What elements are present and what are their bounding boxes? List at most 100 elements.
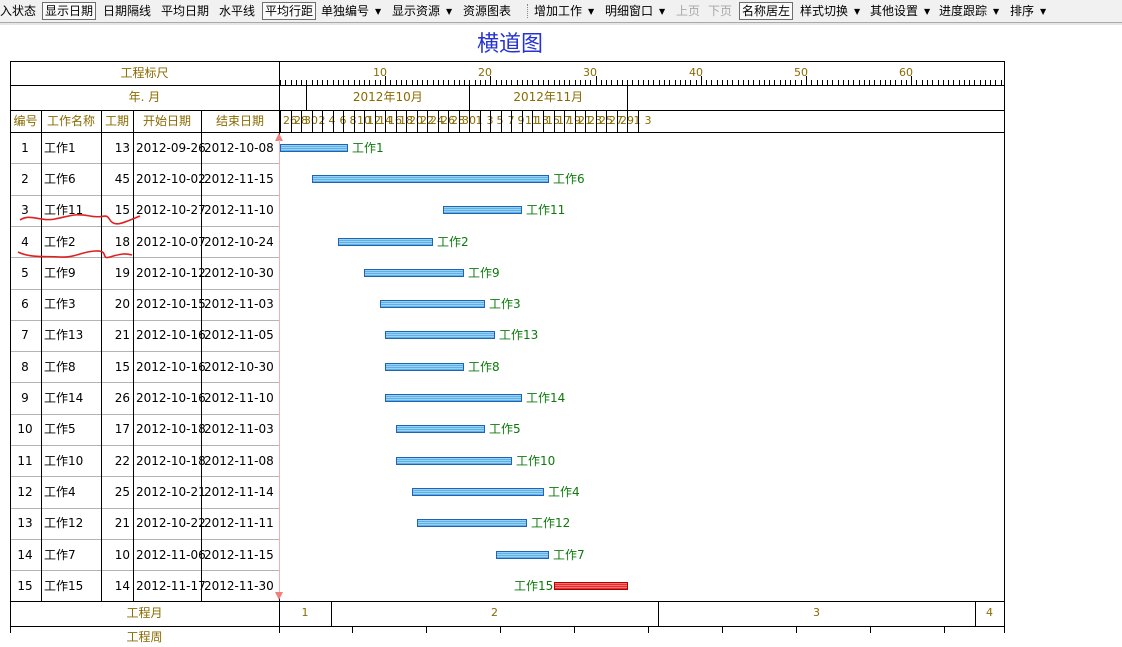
toolbar-button-16[interactable]: 进度跟踪 ▼ — [939, 2, 999, 20]
task-name[interactable]: 工作9 — [44, 263, 76, 283]
ruler-tick — [590, 80, 591, 85]
gantt-bar[interactable] — [396, 425, 485, 433]
ruler-tick — [943, 80, 944, 85]
toolbar-button-9[interactable]: 增加工作 ▼ — [534, 2, 594, 20]
ruler-tick — [774, 80, 775, 85]
ruler-tick — [438, 80, 439, 85]
task-name[interactable]: 工作3 — [44, 294, 76, 314]
toolbar-button-14[interactable]: 样式切换 ▼ — [800, 2, 860, 20]
task-no: 4 — [21, 235, 29, 249]
ruler-tick — [901, 80, 902, 85]
gantt-bar[interactable] — [312, 175, 549, 183]
task-name[interactable]: 工作6 — [44, 169, 76, 189]
task-duration: 10 — [114, 548, 130, 562]
task-name[interactable]: 工作8 — [44, 357, 76, 377]
toolbar-button-8[interactable]: 资源图表 — [463, 2, 511, 20]
ruler-tick — [433, 80, 434, 85]
ruler-tick — [585, 80, 586, 85]
toolbar-divider — [0, 23, 1122, 25]
task-name[interactable]: 工作10 — [44, 451, 83, 471]
footer-month-number: 4 — [986, 606, 993, 619]
gantt-bar[interactable] — [385, 331, 495, 339]
gantt-bar[interactable] — [280, 144, 348, 152]
ruler-tick — [690, 80, 691, 85]
toolbar-button-11: 上页 — [676, 2, 700, 20]
task-name[interactable]: 工作1 — [44, 138, 76, 158]
gantt-bar[interactable] — [385, 363, 464, 371]
ruler-tick — [406, 80, 407, 85]
footer-month-number: 3 — [813, 606, 820, 619]
toolbar-button-5[interactable]: 平均行距 — [262, 2, 317, 20]
task-name[interactable]: 工作11 — [44, 200, 83, 220]
toolbar-button-4[interactable]: 水平线 — [219, 2, 255, 20]
gantt-bar-label: 工作13 — [499, 328, 539, 342]
toolbar-button-3[interactable]: 平均日期 — [161, 2, 209, 20]
gantt-bar-label: 工作2 — [437, 235, 469, 249]
task-name[interactable]: 工作12 — [44, 513, 83, 533]
ruler-label: 工程标尺 — [120, 66, 169, 80]
toolbar-button-7[interactable]: 显示资源 ▼ — [392, 2, 452, 20]
ruler-tick — [916, 80, 917, 85]
task-name[interactable]: 工作7 — [44, 545, 76, 565]
ruler-tick — [685, 80, 686, 85]
toolbar: 入状态 显示日期 日期隔线 平均日期 水平线 平均行距 单独编号 ▼ 显示资源 ▼ 资源图表 增加工作… — [0, 0, 1122, 23]
column-divider — [41, 110, 42, 601]
ruler-tick — [327, 80, 328, 85]
toolbar-button-17[interactable]: 排序 ▼ — [1010, 2, 1046, 20]
row-separator — [10, 508, 279, 509]
task-duration: 26 — [114, 391, 130, 405]
task-name[interactable]: 工作5 — [44, 419, 76, 439]
task-name[interactable]: 工作15 — [44, 576, 83, 596]
ruler-tick — [543, 80, 544, 85]
gantt-bar[interactable] — [554, 582, 628, 590]
task-name[interactable]: 工作14 — [44, 388, 83, 408]
gantt-bar[interactable] — [443, 206, 522, 214]
ruler-tick-label: 30 — [583, 66, 597, 79]
gantt-bar[interactable] — [496, 551, 549, 559]
toolbar-button-label: 排序 — [1010, 4, 1035, 18]
gantt-bar[interactable] — [385, 394, 522, 402]
task-duration: 45 — [114, 172, 130, 186]
gantt-bar[interactable] — [338, 238, 433, 246]
toolbar-button-6[interactable]: 单独编号 ▼ — [321, 2, 381, 20]
ruler-tick — [422, 80, 423, 85]
task-name[interactable]: 工作2 — [44, 232, 76, 252]
gantt-bar[interactable] — [396, 457, 512, 465]
column-divider — [133, 110, 134, 601]
toolbar-button-10[interactable]: 明细窗口 ▼ — [605, 2, 665, 20]
toolbar-button-1[interactable]: 显示日期 — [42, 2, 97, 20]
gantt-bar[interactable] — [417, 519, 527, 527]
toolbar-button-15[interactable]: 其他设置 ▼ — [870, 2, 930, 20]
task-name[interactable]: 工作4 — [44, 482, 76, 502]
ruler-tick — [995, 80, 996, 85]
grid-hline — [10, 132, 1004, 133]
ruler-tick — [454, 80, 455, 85]
ruler-tick — [653, 80, 654, 85]
toolbar-button-label: 单独编号 — [321, 4, 370, 18]
ruler-tick — [706, 80, 707, 85]
task-end-date: 2012-11-03 — [204, 422, 274, 436]
ruler-tick — [732, 80, 733, 85]
task-start-date: 2012-10-16 — [136, 391, 206, 405]
toolbar-button-label: 显示资源 — [392, 4, 441, 18]
toolbar-button-0[interactable]: 入状态 — [0, 2, 36, 20]
row-separator — [10, 445, 279, 446]
gantt-bar[interactable] — [412, 488, 544, 496]
task-end-date: 2012-10-08 — [204, 141, 274, 155]
ruler-tick — [890, 80, 891, 85]
ruler-tick — [932, 80, 933, 85]
gantt-bar[interactable] — [380, 300, 485, 308]
task-no: 12 — [17, 485, 33, 499]
task-name[interactable]: 工作13 — [44, 325, 83, 345]
task-no: 3 — [21, 203, 29, 217]
ruler-tick — [622, 80, 623, 85]
ruler-tick — [417, 80, 418, 85]
task-duration: 18 — [114, 235, 130, 249]
gantt-bar-label: 工作12 — [531, 516, 571, 530]
ruler-tick — [506, 80, 507, 85]
month-header-oct: 2012年10月 — [352, 90, 423, 104]
toolbar-button-2[interactable]: 日期隔线 — [103, 2, 151, 20]
gantt-bar[interactable] — [364, 269, 464, 277]
toolbar-button-13[interactable]: 名称居左 — [739, 2, 794, 20]
ruler-tick — [717, 80, 718, 85]
